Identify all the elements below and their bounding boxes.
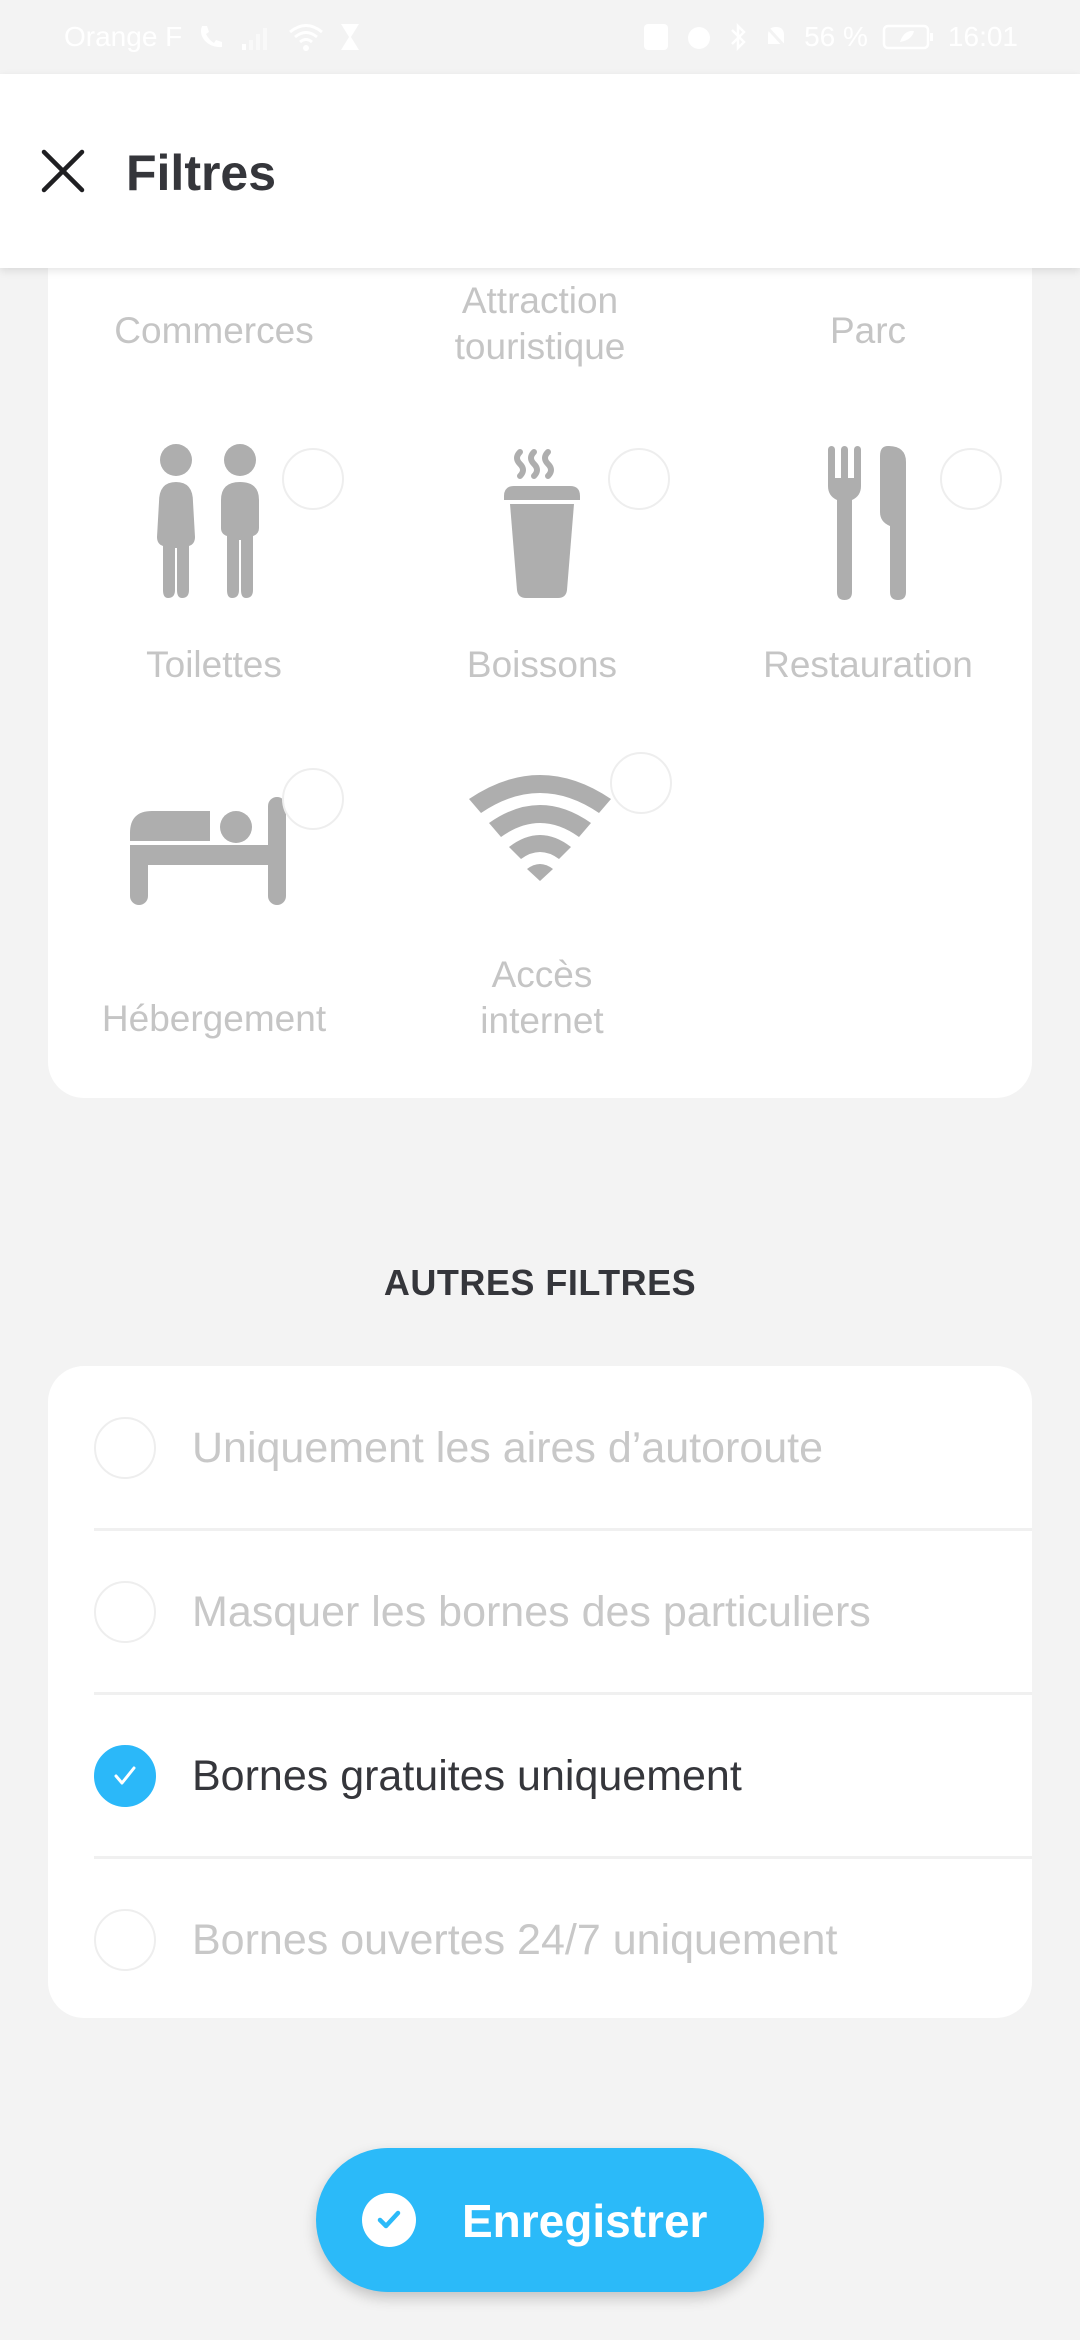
nfc-icon xyxy=(642,22,670,52)
amenity-label: Commerces xyxy=(114,310,314,351)
amenity-radio[interactable] xyxy=(282,768,344,830)
amenity-label: Boissons xyxy=(466,644,618,685)
amenity-label: Hébergement xyxy=(101,998,327,1039)
wifi-icon xyxy=(288,22,324,52)
amenity-boissons[interactable]: Boissons xyxy=(378,440,706,690)
amenity-radio[interactable] xyxy=(282,448,344,510)
other-filters-card: Uniquement les aires d’autoroute Masquer… xyxy=(48,1366,1032,2018)
battery-saver-icon xyxy=(882,22,934,52)
battery-percent: 56 % xyxy=(804,21,868,52)
amenity-toilettes[interactable]: Toilettes xyxy=(50,440,378,690)
status-left: Orange F xyxy=(64,21,362,53)
checkmark-icon xyxy=(114,1766,136,1785)
signal-icon xyxy=(240,22,274,52)
status-bar: Orange F 56 % 16:01 xyxy=(0,0,1080,74)
filter-label: Masquer les bornes des particuliers xyxy=(192,1587,871,1636)
bed-icon xyxy=(118,770,298,934)
filter-label: Bornes gratuites uniquement xyxy=(192,1751,742,1800)
hot-drink-icon xyxy=(460,440,624,604)
page-title: Filtres xyxy=(126,145,277,201)
filter-row-highway-areas[interactable]: Uniquement les aires d’autoroute xyxy=(48,1366,1032,1530)
amenity-parc[interactable]: Parc xyxy=(704,308,1032,354)
amenity-label: Toilettes xyxy=(146,644,282,685)
amenity-radio[interactable] xyxy=(610,752,672,814)
filter-checkbox-checked[interactable] xyxy=(94,1745,156,1807)
alarm-icon xyxy=(684,22,714,52)
fork-knife-icon xyxy=(786,440,950,604)
filter-radio[interactable] xyxy=(94,1581,156,1643)
save-button-label: Enregistrer xyxy=(462,2195,708,2247)
filter-label: Bornes ouvertes 24/7 uniquement xyxy=(192,1915,838,1964)
amenity-label: Attraction touristique xyxy=(454,280,626,367)
filter-label: Uniquement les aires d’autoroute xyxy=(192,1423,824,1472)
check-circle-icon xyxy=(362,2193,416,2247)
clock-time: 16:01 xyxy=(947,21,1018,52)
save-button[interactable]: Enregistrer xyxy=(316,2148,764,2292)
filter-row-open-24-7[interactable]: Bornes ouvertes 24/7 uniquement xyxy=(48,1858,1032,2018)
filter-row-free-only[interactable]: Bornes gratuites uniquement xyxy=(48,1694,1032,1858)
amenity-radio[interactable] xyxy=(940,448,1002,510)
toilets-icon xyxy=(132,440,296,604)
amenity-label: Accès internet xyxy=(480,954,604,1041)
filter-radio[interactable] xyxy=(94,1909,156,1971)
status-right: 56 % 16:01 xyxy=(642,21,1018,53)
bluetooth-icon xyxy=(728,22,748,52)
amenity-commerces[interactable]: Commerces xyxy=(50,308,378,358)
section-title-other-filters: AUTRES FILTRES xyxy=(383,1262,697,1303)
amenity-restauration[interactable]: Restauration xyxy=(704,440,1032,690)
amenity-radio[interactable] xyxy=(608,448,670,510)
amenity-label: Parc xyxy=(829,310,907,351)
amenity-attraction-touristique[interactable]: Attraction touristique xyxy=(378,278,702,370)
wifi-calling-icon xyxy=(196,22,226,52)
filter-row-hide-private[interactable]: Masquer les bornes des particuliers xyxy=(48,1530,1032,1694)
filter-radio[interactable] xyxy=(94,1417,156,1479)
close-icon xyxy=(41,149,85,193)
bell-off-icon xyxy=(762,22,790,52)
amenity-acces-internet[interactable]: Accès internet xyxy=(378,752,706,1090)
hourglass-icon xyxy=(338,22,362,52)
amenity-hebergement[interactable]: Hébergement xyxy=(50,760,378,1050)
carrier-name: Orange F xyxy=(64,21,183,52)
amenities-card: Commerces Attraction touristique Parc To… xyxy=(48,200,1032,1098)
amenity-label: Restauration xyxy=(763,644,973,685)
app-header: Filtres xyxy=(0,74,1080,268)
close-button[interactable] xyxy=(38,146,88,196)
